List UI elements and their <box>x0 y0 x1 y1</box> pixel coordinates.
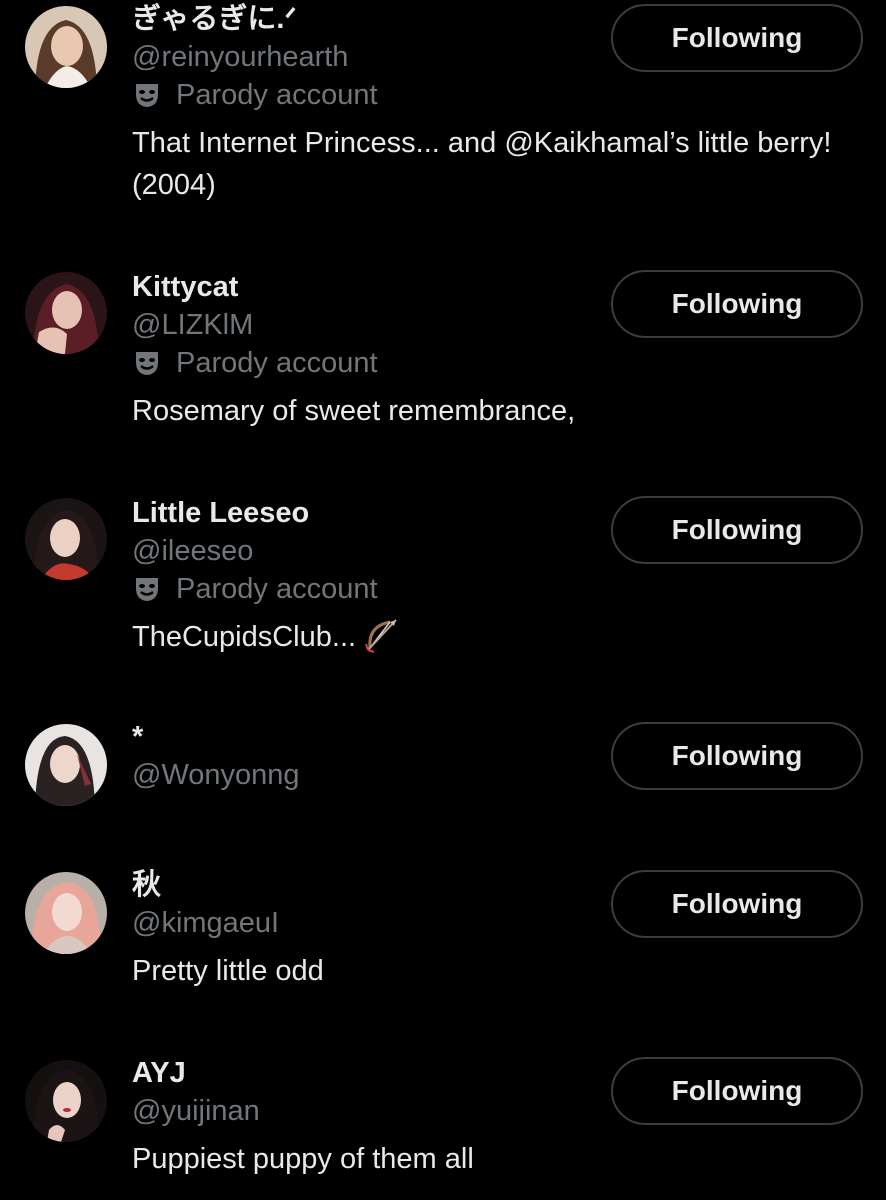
parody-label: Parody account <box>176 79 378 111</box>
display-name: Little Leeseo <box>132 497 310 529</box>
user-handle: @kimgaeuI <box>132 907 280 939</box>
parody-badge: Parody account <box>132 344 592 382</box>
following-button[interactable]: Following <box>611 1057 863 1125</box>
bio-text: TheCupidsClub... <box>132 621 357 653</box>
following-button[interactable]: Following <box>611 496 863 564</box>
user-handle: @yuijinan <box>132 1095 260 1127</box>
avatar[interactable] <box>25 724 107 806</box>
display-name: Kittycat <box>132 271 239 303</box>
following-button[interactable]: Following <box>611 270 863 338</box>
parody-badge: Parody account <box>132 570 592 608</box>
user-handle: @LIZKlM <box>132 309 254 341</box>
avatar[interactable] <box>25 6 107 88</box>
display-name: ぎゃるぎに.ᐟ <box>132 3 297 35</box>
user-handle: @ileeseo <box>132 535 254 567</box>
parody-label: Parody account <box>176 347 378 379</box>
user-handle: @reinyourhearth <box>132 41 349 73</box>
following-button[interactable]: Following <box>611 722 863 790</box>
parody-label: Parody account <box>176 573 378 605</box>
theater-mask-icon <box>132 574 162 604</box>
avatar[interactable] <box>25 272 107 354</box>
following-button[interactable]: Following <box>611 870 863 938</box>
theater-mask-icon <box>132 80 162 110</box>
display-name: AYJ <box>132 1057 186 1089</box>
user-bio: Puppiest puppy of them all <box>132 1143 474 1175</box>
user-bio: Rosemary of sweet remembrance, <box>132 395 576 427</box>
following-button[interactable]: Following <box>611 4 863 72</box>
user-handle: @Wonyonng <box>132 759 300 791</box>
parody-badge: Parody account <box>132 76 592 114</box>
avatar[interactable] <box>25 498 107 580</box>
user-bio: TheCupidsClub... <box>132 616 832 658</box>
user-bio: That Internet Princess... and @Kaikhamal… <box>132 127 832 201</box>
bow-and-arrow-icon <box>362 614 402 654</box>
display-name: 秋 <box>132 869 162 901</box>
display-name: * <box>132 721 144 753</box>
avatar[interactable] <box>25 872 107 954</box>
user-bio: Pretty little odd <box>132 955 324 987</box>
avatar[interactable] <box>25 1060 107 1142</box>
theater-mask-icon <box>132 348 162 378</box>
